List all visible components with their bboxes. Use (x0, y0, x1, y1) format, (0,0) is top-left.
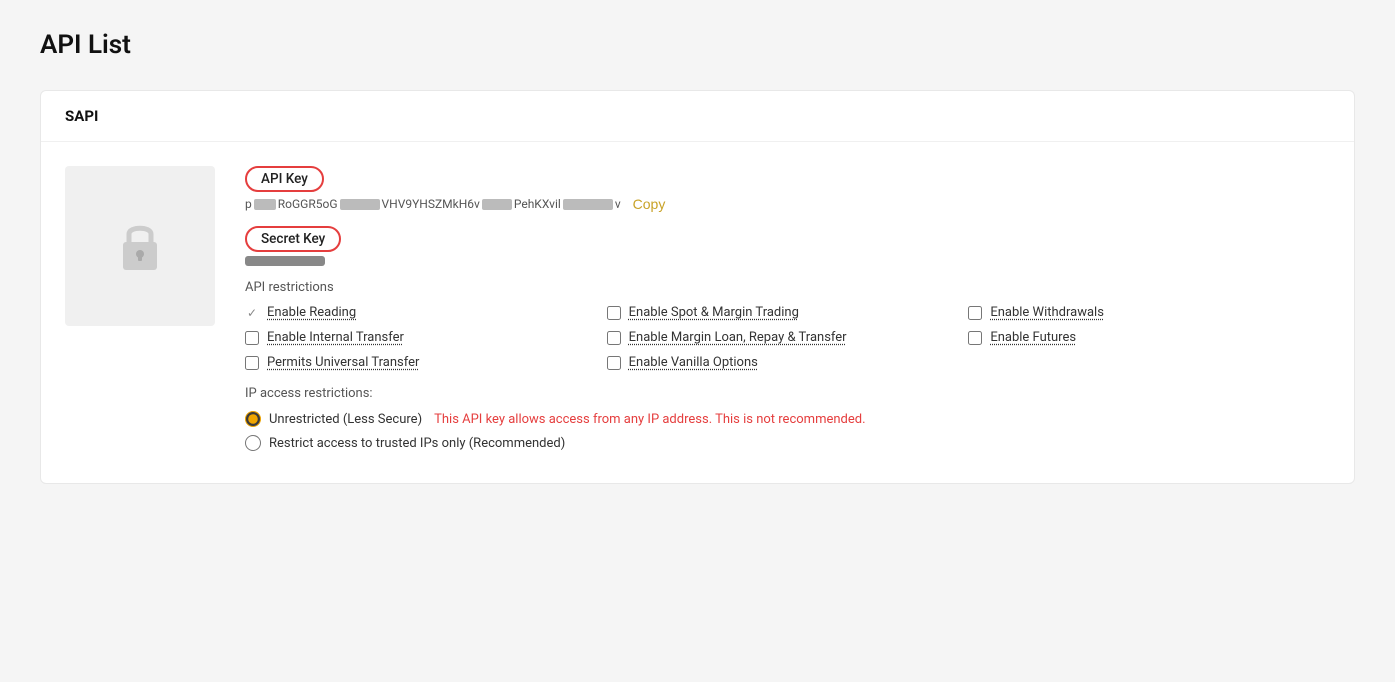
unrestricted-radio-row: Unrestricted (Less Secure) This API key … (245, 411, 1330, 427)
blur2 (340, 199, 380, 210)
restrict-radio[interactable] (245, 435, 261, 451)
secret-key-row: Secret Key (245, 226, 1330, 266)
copy-button[interactable]: Copy (633, 196, 666, 212)
card-header: SAPI (41, 91, 1354, 142)
permits-universal-transfer-label: Permits Universal Transfer (267, 355, 419, 370)
blur4 (563, 199, 613, 210)
enable-vanilla-options-label: Enable Vanilla Options (629, 355, 758, 370)
api-card: SAPI API Key (40, 90, 1355, 484)
secret-key-label-container: Secret Key (245, 226, 341, 252)
restriction-enable-reading: ✓ Enable Reading (245, 305, 607, 320)
blur3 (482, 199, 512, 210)
unrestricted-label[interactable]: Unrestricted (Less Secure) (269, 412, 422, 427)
enable-margin-loan-label: Enable Margin Loan, Repay & Transfer (629, 330, 847, 345)
permits-universal-transfer-checkbox[interactable] (245, 356, 259, 370)
restrict-radio-row: Restrict access to trusted IPs only (Rec… (245, 435, 1330, 451)
api-key-row: API Key p RoGGR5oG VHV9YHSZMkH6v PehKXvi… (245, 166, 1330, 212)
api-key-label-container: API Key (245, 166, 324, 192)
lock-icon (115, 216, 165, 276)
enable-futures-checkbox[interactable] (968, 331, 982, 345)
restriction-enable-internal-transfer: Enable Internal Transfer (245, 330, 607, 345)
restriction-permits-universal-transfer: Permits Universal Transfer (245, 355, 607, 370)
enable-futures-label: Enable Futures (990, 330, 1076, 345)
unrestricted-radio[interactable] (245, 411, 261, 427)
enable-internal-transfer-label: Enable Internal Transfer (267, 330, 404, 345)
card-body: API Key p RoGGR5oG VHV9YHSZMkH6v PehKXvi… (41, 142, 1354, 483)
enable-reading-label: Enable Reading (267, 305, 356, 320)
ip-restrictions-section: IP access restrictions: Unrestricted (Le… (245, 386, 1330, 451)
enable-spot-margin-label: Enable Spot & Margin Trading (629, 305, 799, 320)
restrictions-label: API restrictions (245, 280, 1330, 295)
restriction-enable-vanilla-options: Enable Vanilla Options (607, 355, 969, 370)
restrict-label[interactable]: Restrict access to trusted IPs only (Rec… (269, 436, 565, 451)
secret-key-label: Secret Key (245, 226, 341, 252)
lock-icon-box (65, 166, 215, 326)
enable-vanilla-options-checkbox[interactable] (607, 356, 621, 370)
page-container: API List SAPI API Key (0, 0, 1395, 682)
blur1 (254, 199, 276, 210)
enable-internal-transfer-checkbox[interactable] (245, 331, 259, 345)
unrestricted-warning: This API key allows access from any IP a… (434, 412, 865, 427)
api-key-value: p RoGGR5oG VHV9YHSZMkH6v PehKXvil v (245, 197, 621, 211)
api-key-label: API Key (245, 166, 324, 192)
page-title: API List (40, 30, 1355, 60)
secret-key-value (245, 256, 325, 266)
restriction-enable-margin-loan: Enable Margin Loan, Repay & Transfer (607, 330, 969, 345)
enable-margin-loan-checkbox[interactable] (607, 331, 621, 345)
enable-withdrawals-checkbox[interactable] (968, 306, 982, 320)
key-info: API Key p RoGGR5oG VHV9YHSZMkH6v PehKXvi… (245, 166, 1330, 459)
restriction-enable-futures: Enable Futures (968, 330, 1330, 345)
restrictions-section: API restrictions ✓ Enable Reading Enable… (245, 280, 1330, 370)
restriction-enable-spot-margin: Enable Spot & Margin Trading (607, 305, 969, 320)
secret-key-value-row (245, 256, 1330, 266)
enable-spot-margin-checkbox[interactable] (607, 306, 621, 320)
restrictions-grid: ✓ Enable Reading Enable Spot & Margin Tr… (245, 305, 1330, 370)
restriction-enable-withdrawals: Enable Withdrawals (968, 305, 1330, 320)
api-key-value-row: p RoGGR5oG VHV9YHSZMkH6v PehKXvil v Copy (245, 196, 1330, 212)
enable-withdrawals-label: Enable Withdrawals (990, 305, 1104, 320)
checkmark-icon: ✓ (245, 306, 259, 320)
ip-restrictions-label: IP access restrictions: (245, 386, 1330, 401)
empty-cell (968, 355, 1330, 370)
